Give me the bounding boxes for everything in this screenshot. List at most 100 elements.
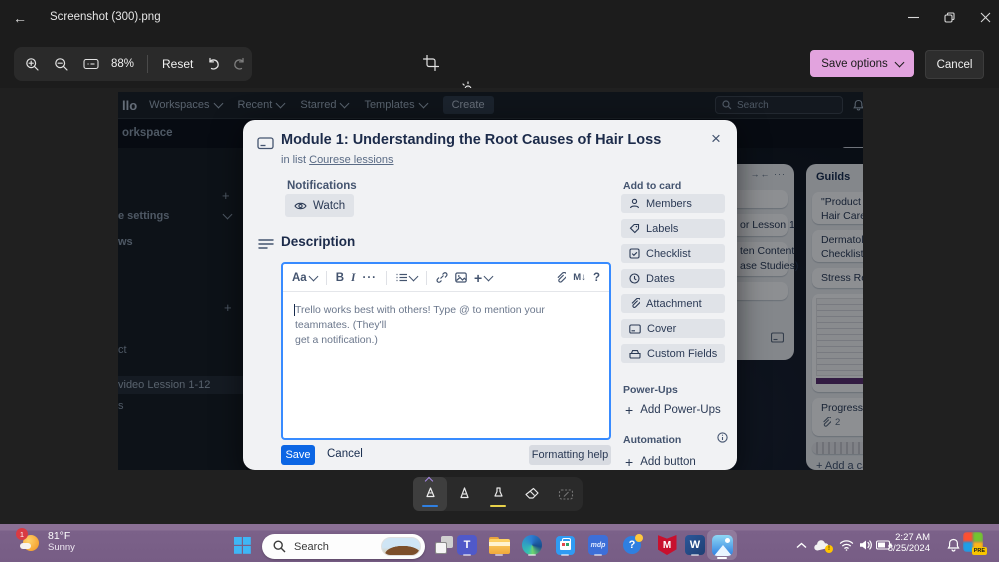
description-icon: [258, 239, 274, 249]
touch-writing-tool[interactable]: [549, 477, 583, 511]
redo-button[interactable]: [227, 51, 252, 77]
members-button[interactable]: Members: [621, 194, 725, 213]
mdp-icon: mdp: [588, 535, 608, 555]
windows-preview-tray-icon[interactable]: PRE: [963, 532, 987, 555]
weather-widget[interactable]: 1 81°F Sunny: [16, 528, 75, 554]
notifications-tray-button[interactable]: [941, 533, 965, 557]
cancel-label: Cancel: [936, 58, 973, 71]
taskbar-app-store[interactable]: [553, 533, 577, 557]
mcafee-icon: M: [657, 535, 677, 555]
ballpoint-pen-tool-selected[interactable]: [413, 476, 447, 511]
fit-to-window-button[interactable]: [79, 51, 104, 77]
photos-icon: [711, 534, 733, 556]
back-icon: ←: [13, 10, 27, 26]
more-formatting-button[interactable]: ···: [363, 272, 378, 284]
taskbar-app-teams[interactable]: T: [455, 533, 479, 557]
list-link[interactable]: Courese lessions: [309, 154, 393, 166]
clock-icon: [629, 273, 640, 284]
reset-button[interactable]: Reset: [162, 57, 193, 71]
editor-toolbar: Aa B I ··· + M↓ ?: [283, 264, 609, 292]
close-modal-button[interactable]: ×: [705, 128, 727, 150]
cancel-edit-button[interactable]: Cancel: [925, 50, 984, 79]
cloud-icon: [20, 543, 31, 549]
taskbar-app-file-explorer[interactable]: [487, 533, 511, 557]
store-icon: [555, 535, 575, 555]
card-icon: [257, 137, 274, 150]
custom-fields-button[interactable]: Custom Fields: [621, 344, 725, 363]
close-button[interactable]: [965, 0, 999, 34]
task-view-icon: [435, 536, 453, 554]
start-button[interactable]: [230, 533, 254, 557]
highlighter-tool[interactable]: [481, 477, 515, 511]
task-view-button[interactable]: [432, 533, 456, 557]
cover-button[interactable]: Cover: [621, 319, 725, 338]
search-highlight-image: [381, 537, 421, 556]
taskbar-search-box[interactable]: Search: [262, 534, 425, 559]
card-modal: Module 1: Understanding the Root Causes …: [243, 120, 737, 470]
image-icon[interactable]: [455, 272, 467, 283]
automation-label: Automation: [623, 434, 682, 446]
custom-fields-icon: [629, 349, 641, 359]
bold-button[interactable]: B: [336, 272, 344, 284]
annotation-toolbar: [413, 476, 583, 511]
taskbar-app-edge[interactable]: [520, 533, 544, 557]
add-button-button[interactable]: + Add button: [625, 454, 696, 470]
teams-icon: T: [457, 535, 477, 555]
attachment-icon: [631, 298, 640, 308]
tray-date: 8/25/2024: [887, 543, 930, 554]
tool-options-caret: [424, 476, 434, 486]
taskbar-app-mdp[interactable]: mdp: [586, 533, 610, 557]
checklist-icon: [629, 248, 640, 259]
weather-condition: Sunny: [48, 542, 75, 553]
zoom-out-button[interactable]: [49, 51, 74, 77]
tray-clock[interactable]: 2:27 AM 8/25/2024: [880, 532, 930, 554]
checklist-button[interactable]: Checklist: [621, 244, 725, 263]
font-style-button[interactable]: Aa: [292, 271, 319, 284]
pen-tool[interactable]: [447, 477, 481, 511]
link-icon[interactable]: [436, 272, 448, 283]
info-icon[interactable]: [717, 432, 728, 443]
taskbar-app-photos-active[interactable]: [707, 530, 737, 560]
label-icon: [629, 223, 640, 234]
editor-help-button[interactable]: ?: [593, 272, 600, 284]
wifi-icon: [839, 540, 853, 551]
crop-tool[interactable]: [418, 50, 444, 76]
attachment-icon[interactable]: [555, 271, 567, 284]
add-power-ups-button[interactable]: + Add Power-Ups: [625, 402, 721, 418]
description-input[interactable]: Trello works best with others! Type @ to…: [283, 292, 609, 359]
undo-button[interactable]: [201, 51, 226, 77]
weather-temp: 81°F: [48, 530, 71, 542]
italic-button[interactable]: I: [351, 272, 355, 284]
search-placeholder: Search: [294, 540, 329, 553]
save-description-button[interactable]: Save: [281, 445, 315, 465]
tray-time: 2:27 AM: [895, 532, 930, 543]
zoom-in-button[interactable]: [20, 51, 45, 77]
list-icon: [396, 273, 407, 282]
minimize-button[interactable]: [893, 0, 933, 34]
restore-button[interactable]: [929, 0, 969, 34]
placeholder-line2: get a notification.): [295, 334, 378, 346]
onedrive-tray-icon[interactable]: !: [810, 533, 834, 557]
description-editor[interactable]: Aa B I ··· + M↓ ? Trello works best with…: [281, 262, 611, 440]
taskbar-app-get-help[interactable]: ?: [621, 533, 645, 557]
edge-icon: [522, 535, 542, 555]
taskbar-app-mcafee[interactable]: M: [655, 533, 679, 557]
save-options-button[interactable]: Save options: [810, 50, 914, 77]
formatting-help-button[interactable]: Formatting help: [529, 445, 611, 465]
cancel-description-button[interactable]: Cancel: [327, 448, 363, 460]
watch-button[interactable]: Watch: [285, 194, 355, 217]
save-options-label: Save options: [821, 57, 888, 70]
labels-button[interactable]: Labels: [621, 219, 725, 238]
preview-badge: PRE: [971, 547, 987, 555]
in-list-line: in list Courese lessions: [281, 154, 394, 166]
dates-button[interactable]: Dates: [621, 269, 725, 288]
ballpoint-pen-icon: [425, 487, 435, 498]
insert-button[interactable]: +: [474, 270, 494, 286]
attachment-button[interactable]: Attachment: [621, 294, 725, 313]
markdown-button[interactable]: M↓: [573, 272, 586, 283]
word-icon: W: [685, 535, 705, 555]
back-button[interactable]: ←: [8, 8, 32, 28]
list-format-button[interactable]: [396, 271, 419, 282]
eraser-tool[interactable]: [515, 477, 549, 511]
taskbar-app-word[interactable]: W: [683, 533, 707, 557]
